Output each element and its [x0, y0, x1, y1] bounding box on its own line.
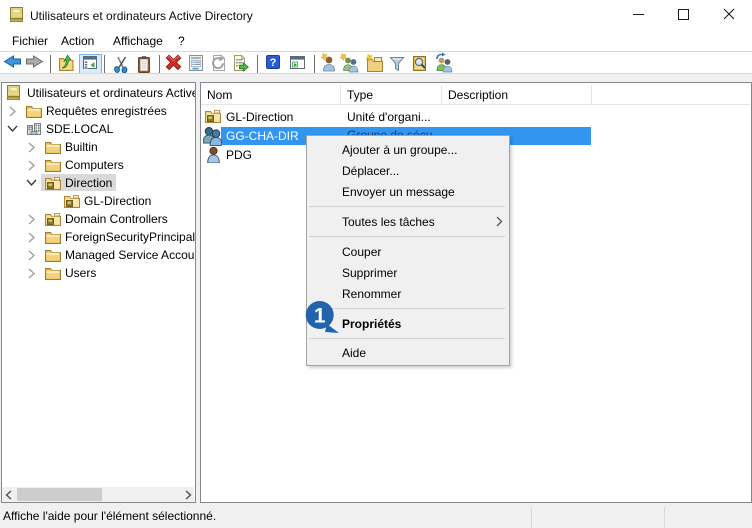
svg-text:?: ? [270, 57, 277, 69]
svg-text:1: 1 [314, 305, 326, 328]
